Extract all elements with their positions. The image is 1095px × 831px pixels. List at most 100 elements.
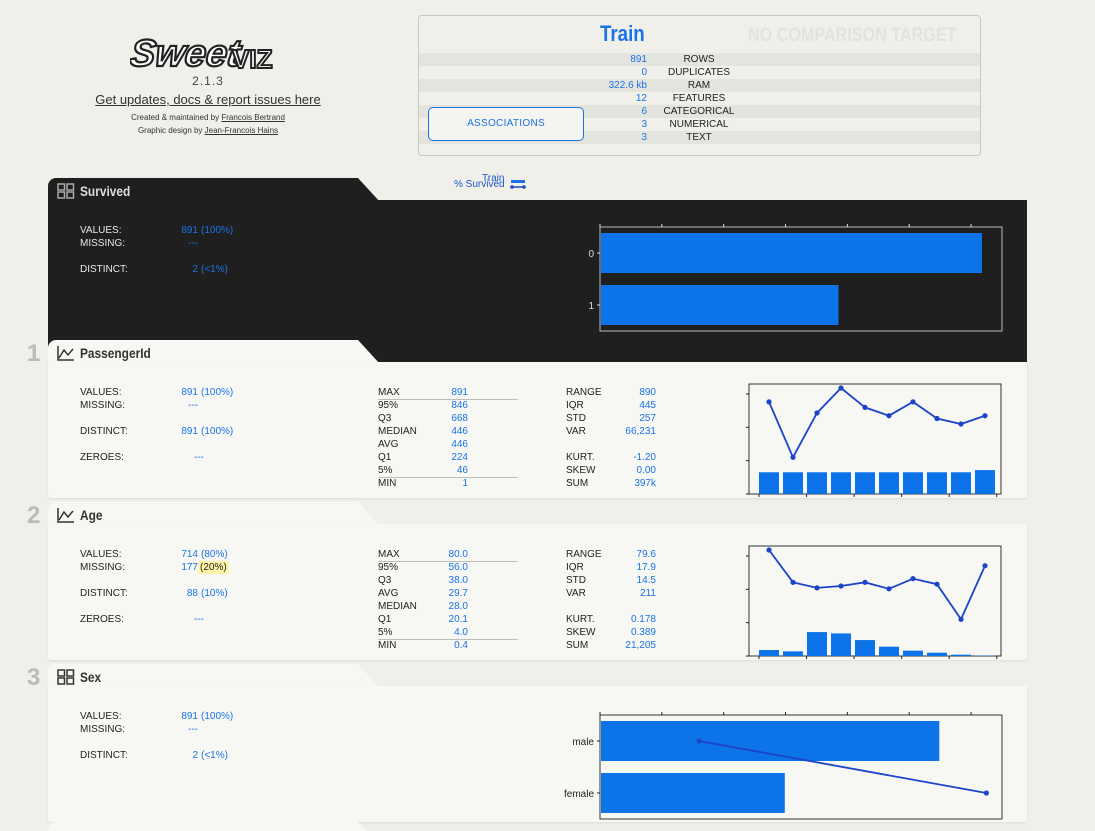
stat-value: 891 — [181, 426, 198, 437]
credits-created-prefix: Created & maintained by — [131, 113, 222, 122]
stat-label: 95% — [378, 562, 399, 573]
stat-value: 891 — [181, 225, 198, 236]
stat-label: SUM — [566, 640, 589, 651]
feature-index: 1 — [27, 340, 41, 367]
stat-label: IQR — [566, 562, 584, 573]
stat-value: 21,205 — [625, 640, 656, 651]
stat-value: 56.0 — [448, 562, 468, 573]
stat-value: 17.9 — [636, 562, 656, 573]
target-point — [983, 790, 989, 796]
stat-label: SUM — [566, 478, 589, 489]
stat-value: 0.00 — [636, 465, 656, 476]
stat-value: 891 — [181, 711, 198, 722]
feature-title: PassengerId — [80, 345, 151, 361]
histogram-bar — [783, 651, 803, 656]
histogram-bar — [879, 646, 899, 656]
stat-value: --- — [194, 452, 204, 463]
stat-percent: (100%) — [201, 711, 234, 722]
stat-label: IQR — [566, 400, 584, 411]
summary-label: CATEGORICAL — [663, 106, 735, 117]
feature-tab — [48, 822, 358, 831]
stat-value: -1.20 — [633, 452, 656, 463]
tab-notch — [348, 822, 367, 831]
stat-value: --- — [188, 724, 198, 735]
stat-value: 1 — [462, 478, 468, 489]
stat-value: 20.1 — [448, 614, 468, 625]
train-title: Train — [600, 21, 645, 46]
stat-label: KURT. — [566, 614, 595, 625]
stat-value: 397k — [634, 478, 656, 489]
stat-label: MAX — [378, 549, 400, 560]
stat-label: SKEW — [566, 465, 596, 476]
stat-value: 2 — [192, 264, 198, 275]
tab-notch — [348, 178, 380, 202]
target-point — [766, 547, 772, 553]
stat-label: 5% — [378, 627, 393, 638]
summary-label: DUPLICATES — [667, 67, 731, 78]
stat-value: 28.0 — [448, 601, 468, 612]
stat-label: MISSING: — [80, 562, 126, 573]
bar — [601, 233, 982, 273]
stat-label: VALUES: — [80, 711, 122, 722]
stat-label: AVG — [378, 588, 399, 599]
target-point — [838, 583, 844, 589]
stat-value: 79.6 — [636, 549, 656, 560]
passengerid-histogram — [746, 383, 1002, 497]
stat-label: Q1 — [378, 452, 392, 463]
stat-value: 224 — [451, 452, 468, 463]
histogram-bar — [951, 472, 971, 494]
stat-label: MEDIAN — [378, 426, 417, 437]
survived-bar-chart: 01 — [588, 224, 1003, 332]
stat-value: 4.0 — [454, 627, 468, 638]
stat-label: MEDIAN — [378, 601, 417, 612]
target-point — [862, 579, 868, 585]
stat-label: VAR — [566, 588, 586, 599]
histogram-bar — [927, 472, 947, 494]
stat-value: 29.7 — [448, 588, 468, 599]
associations-button[interactable]: ASSOCIATIONS — [428, 107, 584, 141]
stat-label: 95% — [378, 400, 399, 411]
stat-label: Q3 — [378, 575, 392, 586]
stat-label: VAR — [566, 426, 586, 437]
svg-text:Sweet: Sweet — [130, 32, 245, 75]
stat-label: MIN — [378, 640, 397, 651]
stat-label: MISSING: — [80, 238, 126, 249]
stat-value: 668 — [451, 413, 468, 424]
version-label: 2.1.3 — [192, 74, 224, 88]
stat-label: VALUES: — [80, 387, 122, 398]
stat-percent: (<1%) — [201, 750, 228, 761]
stat-value: 890 — [639, 387, 656, 398]
summary-label: ROWS — [683, 54, 715, 65]
target-point — [886, 413, 892, 419]
category-tick-label: 1 — [588, 301, 594, 312]
categorical-icon — [57, 183, 75, 199]
target-point — [838, 385, 844, 391]
sweetviz-logo: Sweet VIZ — [130, 31, 274, 76]
target-point — [958, 616, 964, 622]
histogram-bar — [831, 633, 851, 656]
bar — [601, 773, 785, 813]
stat-value: 891 — [451, 387, 468, 398]
stat-value: 88 — [186, 588, 198, 599]
stat-label: DISTINCT: — [80, 426, 128, 437]
comparison-title: NO COMPARISON TARGET — [748, 25, 957, 46]
histogram-bar — [807, 632, 827, 656]
stat-label: RANGE — [566, 387, 602, 398]
updates-link[interactable]: Get updates, docs & report issues here — [60, 92, 356, 107]
summary-label: TEXT — [686, 132, 712, 143]
stat-value: 211 — [640, 588, 656, 599]
tab-notch — [348, 664, 380, 688]
target-point — [790, 454, 796, 460]
stat-value: --- — [194, 614, 204, 625]
histogram-bar — [759, 472, 779, 494]
stat-label: Q3 — [378, 413, 392, 424]
author-link[interactable]: Francois Bertrand — [221, 113, 285, 122]
category-tick-label: 0 — [588, 249, 594, 260]
stat-value: 0.4 — [454, 640, 468, 651]
stat-label: MIN — [378, 478, 397, 489]
designer-link[interactable]: Jean-Francois Hains — [205, 126, 278, 135]
stat-label: KURT. — [566, 452, 595, 463]
histogram-bar — [927, 652, 947, 656]
histogram-bar — [807, 472, 827, 494]
feature-title: Age — [80, 507, 103, 523]
